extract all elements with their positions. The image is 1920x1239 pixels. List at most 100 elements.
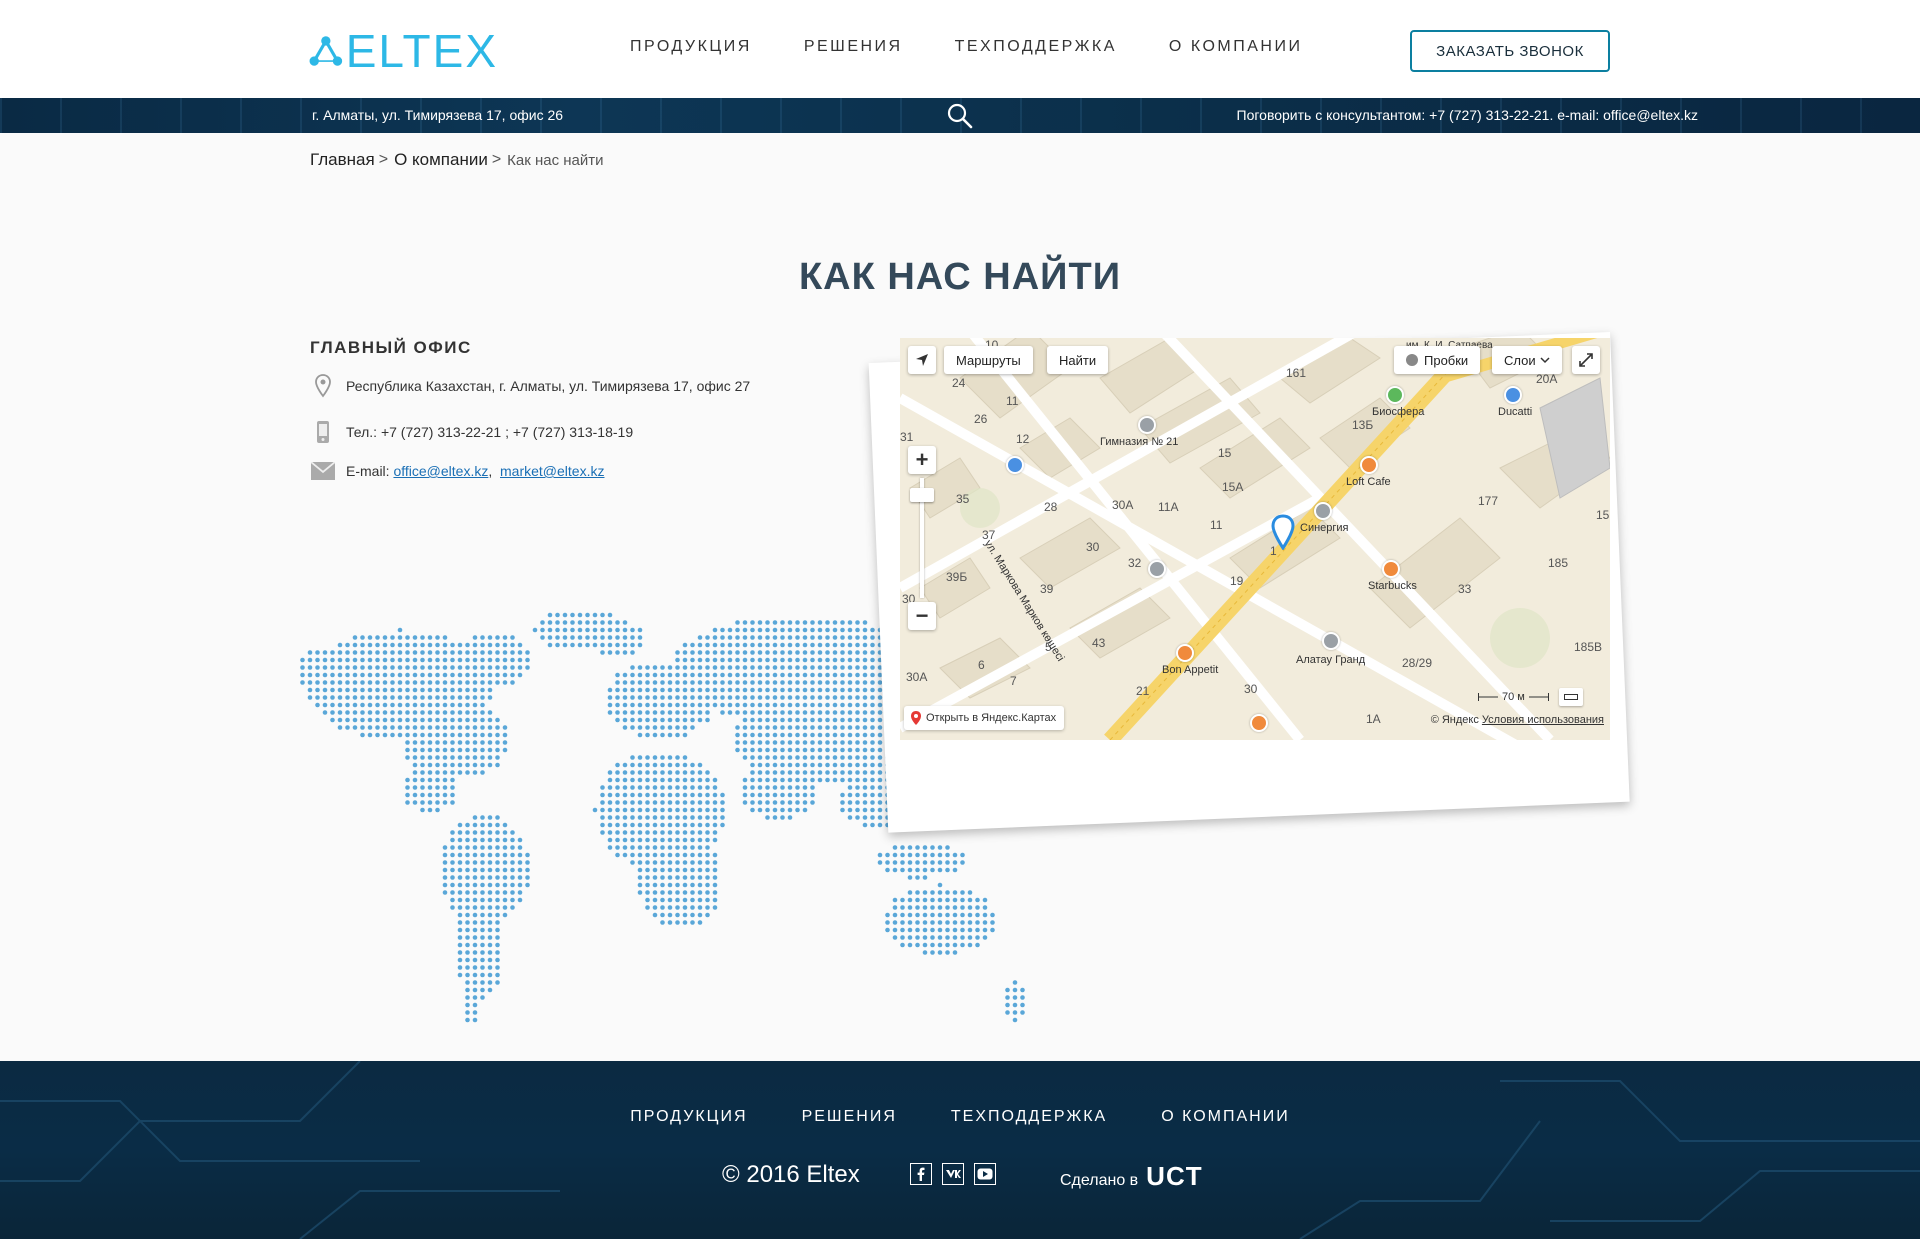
world-map-dot (600, 642, 605, 648)
world-map-dot (675, 837, 680, 843)
office-location-pin-icon[interactable] (1270, 514, 1296, 550)
world-map-dot (990, 920, 995, 925)
map-poi-marker[interactable] (1322, 632, 1340, 650)
search-icon[interactable] (946, 102, 974, 130)
map-poi-marker[interactable] (1386, 386, 1404, 404)
nav-solutions[interactable]: РЕШЕНИЯ (804, 38, 903, 56)
youtube-icon[interactable] (974, 1163, 996, 1185)
facebook-icon[interactable] (910, 1163, 932, 1185)
world-map-dot (810, 702, 815, 708)
world-map-dot (450, 837, 455, 843)
world-map-dot (322, 687, 328, 693)
world-map-dot (412, 650, 418, 655)
map-poi-marker[interactable] (1504, 386, 1522, 404)
world-map-dot (787, 672, 793, 678)
layers-button[interactable]: Слои (1492, 346, 1562, 374)
world-map-dot (810, 620, 815, 625)
world-map-dot (450, 882, 455, 888)
world-map-dot (367, 672, 373, 678)
world-map-dot (622, 695, 628, 700)
world-map-dot (772, 777, 778, 783)
world-map-dot (472, 867, 478, 873)
zoom-out-button[interactable]: − (908, 602, 936, 630)
map-poi-marker[interactable] (1148, 560, 1166, 578)
world-map-dot (907, 927, 913, 933)
map-house-number: 28 (1044, 500, 1058, 514)
map-poi-marker[interactable] (1176, 644, 1194, 662)
map-poi-marker[interactable] (1250, 714, 1268, 732)
zoom-slider-handle[interactable] (910, 488, 934, 502)
map-poi-loft-cafe: Loft Cafe (1346, 476, 1391, 488)
world-map-dot (532, 627, 538, 633)
footer-nav-solutions[interactable]: РЕШЕНИЯ (802, 1108, 897, 1126)
world-map-dot (502, 912, 508, 918)
nav-support[interactable]: ТЕХПОДДЕРЖКА (955, 38, 1117, 56)
map-poi-marker[interactable] (1314, 502, 1332, 520)
footer-nav-support[interactable]: ТЕХПОДДЕРЖКА (951, 1108, 1107, 1126)
world-map-dot (442, 800, 448, 805)
geolocation-button[interactable] (908, 346, 936, 374)
world-map-dot (315, 702, 320, 708)
find-button[interactable]: Найти (1047, 346, 1109, 374)
world-map-dot (487, 965, 493, 970)
world-map-dot (847, 710, 853, 715)
world-map-dot (945, 942, 950, 948)
zoom-slider[interactable] (910, 478, 934, 598)
world-map-dot (412, 762, 418, 768)
world-map-dot (337, 657, 343, 663)
geolocation-arrow-icon (916, 354, 928, 366)
vk-icon[interactable] (942, 1163, 964, 1185)
open-in-yandex-button[interactable]: Открыть в Яндекс.Картах (904, 706, 1065, 730)
fullscreen-button[interactable] (1572, 346, 1600, 374)
world-map-dot (825, 627, 830, 633)
ruler-button[interactable] (1558, 688, 1583, 706)
world-map-dot (630, 785, 635, 790)
map-poi-marker[interactable] (1006, 456, 1024, 474)
world-map-dot (307, 672, 313, 678)
world-map-dot (450, 732, 455, 738)
email-office-link[interactable]: office@eltex.kz (393, 463, 488, 479)
world-map-dot (465, 1002, 470, 1008)
world-map-dot (450, 770, 455, 775)
world-map-dot (675, 695, 680, 700)
footer-nav-about[interactable]: О КОМПАНИИ (1161, 1108, 1290, 1126)
world-map-dot (990, 912, 995, 918)
zoom-in-button[interactable]: + (908, 446, 936, 474)
world-map-dot (802, 747, 808, 753)
world-map-dot (742, 620, 748, 625)
world-map-dot (630, 687, 635, 693)
world-map-dot (795, 672, 800, 678)
breadcrumb-home[interactable]: Главная (310, 150, 375, 170)
yandex-map[interactable]: 10 24 11 26 12 31 35 28 30А 11А 15 15А 1… (900, 338, 1610, 740)
world-map-dot (465, 912, 470, 918)
world-map-dot (427, 635, 433, 640)
world-map-dot (742, 657, 748, 663)
terms-link[interactable]: Условия использования (1482, 714, 1604, 726)
world-map-dot (742, 702, 748, 708)
routes-button[interactable]: Маршруты (944, 346, 1033, 374)
eltex-logo[interactable]: ELTEX (308, 28, 498, 74)
world-map-dot (660, 687, 665, 693)
map-poi-marker[interactable] (1382, 560, 1400, 578)
traffic-button[interactable]: Пробки (1394, 346, 1481, 374)
map-poi-marker[interactable] (1138, 416, 1156, 434)
world-map-dot (735, 710, 740, 715)
world-map-dot (877, 807, 883, 813)
nav-products[interactable]: ПРОДУКЦИЯ (630, 38, 752, 56)
breadcrumb-about[interactable]: О компании (394, 150, 488, 170)
footer-nav-products[interactable]: ПРОДУКЦИЯ (630, 1108, 747, 1126)
uct-logo[interactable]: UCT (1146, 1161, 1202, 1192)
map-poi-marker[interactable] (1360, 456, 1378, 474)
world-map-dot (795, 747, 800, 753)
world-map-dot (660, 830, 665, 835)
world-map-dot (420, 687, 425, 693)
order-call-button[interactable]: ЗАКАЗАТЬ ЗВОНОК (1410, 30, 1610, 72)
nav-about[interactable]: О КОМПАНИИ (1169, 38, 1303, 56)
world-map-dot (892, 935, 898, 940)
world-map-dot (862, 762, 868, 768)
world-map-dot (442, 710, 448, 715)
world-map-dot (870, 740, 875, 745)
world-map-dot (840, 762, 845, 768)
email-market-link[interactable]: market@eltex.kz (500, 463, 604, 479)
world-map-dot (480, 702, 485, 708)
